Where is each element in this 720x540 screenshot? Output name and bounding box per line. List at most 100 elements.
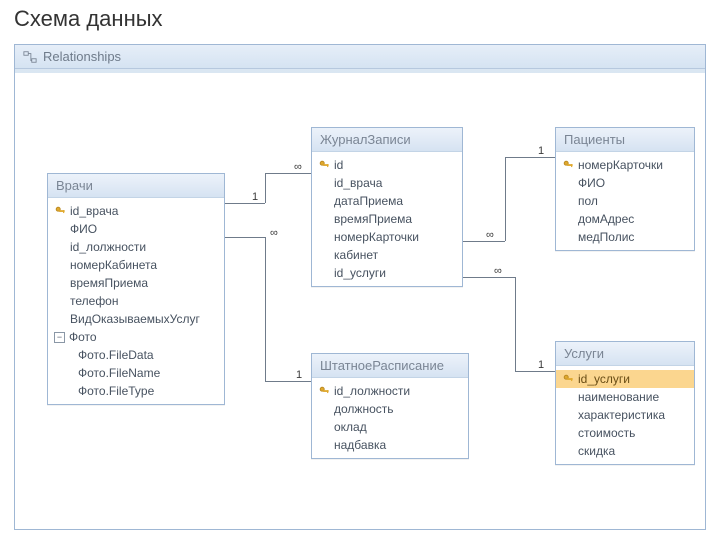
table-patients[interactable]: Пациенты номерКарточки ФИО пол домАдрес … xyxy=(555,127,695,251)
field-row[interactable]: id_врача xyxy=(48,202,224,220)
field-row[interactable]: ФИО xyxy=(48,220,224,238)
field-row[interactable]: времяПриема xyxy=(312,210,462,228)
relationship-line xyxy=(265,381,311,382)
field-name: ФИО xyxy=(578,176,605,190)
field-name: кабинет xyxy=(334,248,378,262)
field-row[interactable]: скидка xyxy=(556,442,694,460)
diagram-canvas-frame: Relationships Врачи id_врача ФИО id_лолж… xyxy=(14,44,706,530)
field-name: id_лолжности xyxy=(70,240,146,254)
table-doctors[interactable]: Врачи id_врача ФИО id_лолжности номерКаб… xyxy=(47,173,225,405)
field-row[interactable]: датаПриема xyxy=(312,192,462,210)
field-row[interactable]: id_врача xyxy=(312,174,462,192)
cardinality-many: ∞ xyxy=(485,229,495,241)
field-name: id_услуги xyxy=(334,266,386,280)
field-row[interactable]: Фото.FileName xyxy=(48,364,224,382)
cardinality-one: 1 xyxy=(537,359,545,371)
field-row[interactable]: id_лолжности xyxy=(312,382,468,400)
relationship-line xyxy=(463,277,515,278)
relationship-line xyxy=(265,173,266,203)
cardinality-many: ∞ xyxy=(269,227,279,239)
primary-key-icon xyxy=(54,205,66,217)
field-row[interactable]: id xyxy=(312,156,462,174)
field-row[interactable]: наименование xyxy=(556,388,694,406)
field-name: домАдрес xyxy=(578,212,634,226)
field-row[interactable]: оклад xyxy=(312,418,468,436)
diagram-canvas[interactable]: Врачи id_врача ФИО id_лолжности номерКаб… xyxy=(15,73,705,529)
field-row[interactable]: номерКарточки xyxy=(556,156,694,174)
field-name: ВидОказываемыхУслуг xyxy=(70,312,200,326)
field-name: id xyxy=(334,158,343,172)
field-row[interactable]: − Фото xyxy=(48,328,224,346)
table-body-doctors: id_врача ФИО id_лолжности номерКабинета … xyxy=(48,198,224,404)
field-row[interactable]: ВидОказываемыхУслуг xyxy=(48,310,224,328)
field-name: номерКарточки xyxy=(334,230,419,244)
field-row[interactable]: номерКабинета xyxy=(48,256,224,274)
field-name: времяПриема xyxy=(334,212,412,226)
field-row[interactable]: должность xyxy=(312,400,468,418)
field-row[interactable]: id_услуги xyxy=(312,264,462,282)
table-title-patients: Пациенты xyxy=(556,128,694,152)
relationship-line xyxy=(515,277,516,371)
relationships-icon xyxy=(23,50,37,64)
table-body-patients: номерКарточки ФИО пол домАдрес медПолис xyxy=(556,152,694,250)
field-name: медПолис xyxy=(578,230,634,244)
field-name: времяПриема xyxy=(70,276,148,290)
cardinality-many: ∞ xyxy=(493,265,503,277)
field-row[interactable]: кабинет xyxy=(312,246,462,264)
field-name: оклад xyxy=(334,420,367,434)
field-name: скидка xyxy=(578,444,615,458)
field-name: id_услуги xyxy=(578,372,630,386)
field-row[interactable]: характеристика xyxy=(556,406,694,424)
field-name: пол xyxy=(578,194,598,208)
field-row[interactable]: стоимость xyxy=(556,424,694,442)
relationship-line xyxy=(265,173,311,174)
table-body-staff: id_лолжности должность оклад надбавка xyxy=(312,378,468,458)
tab-relationships[interactable]: Relationships xyxy=(15,45,705,69)
field-row[interactable]: Фото.FileData xyxy=(48,346,224,364)
field-name: наименование xyxy=(578,390,659,404)
relationship-line xyxy=(505,157,555,158)
field-name: id_врача xyxy=(334,176,382,190)
field-row[interactable]: надбавка xyxy=(312,436,468,454)
field-row[interactable]: пол xyxy=(556,192,694,210)
field-row[interactable]: телефон xyxy=(48,292,224,310)
field-row[interactable]: id_лолжности xyxy=(48,238,224,256)
field-name: Фото.FileName xyxy=(78,366,160,380)
cardinality-one: 1 xyxy=(537,145,545,157)
field-name: ФИО xyxy=(70,222,97,236)
primary-key-icon xyxy=(318,159,330,171)
field-row[interactable]: медПолис xyxy=(556,228,694,246)
table-body-services: id_услуги наименование характеристика ст… xyxy=(556,366,694,464)
table-title-staff: ШтатноеРасписание xyxy=(312,354,468,378)
field-name: датаПриема xyxy=(334,194,403,208)
field-row[interactable]: номерКарточки xyxy=(312,228,462,246)
field-name: номерКабинета xyxy=(70,258,157,272)
cardinality-one: 1 xyxy=(295,369,303,381)
field-name: Фото xyxy=(69,330,97,344)
table-journal[interactable]: ЖурналЗаписи id id_врача датаПриема врем… xyxy=(311,127,463,287)
field-row[interactable]: id_услуги xyxy=(556,370,694,388)
table-staff[interactable]: ШтатноеРасписание id_лолжности должность… xyxy=(311,353,469,459)
relationship-line xyxy=(225,203,265,204)
table-body-journal: id id_врача датаПриема времяПриема номер… xyxy=(312,152,462,286)
tab-label: Relationships xyxy=(43,49,121,64)
relationship-line xyxy=(265,237,266,381)
field-row[interactable]: Фото.FileType xyxy=(48,382,224,400)
relationship-line xyxy=(505,157,506,241)
field-row[interactable]: ФИО xyxy=(556,174,694,192)
field-name: id_лолжности xyxy=(334,384,410,398)
relationship-line xyxy=(515,371,555,372)
primary-key-icon xyxy=(318,385,330,397)
field-row[interactable]: домАдрес xyxy=(556,210,694,228)
field-row[interactable]: времяПриема xyxy=(48,274,224,292)
table-title-journal: ЖурналЗаписи xyxy=(312,128,462,152)
collapse-minus-icon[interactable]: − xyxy=(54,332,65,343)
field-name: Фото.FileData xyxy=(78,348,154,362)
field-name: надбавка xyxy=(334,438,386,452)
table-services[interactable]: Услуги id_услуги наименование характерис… xyxy=(555,341,695,465)
page-title: Схема данных xyxy=(0,0,720,36)
field-name: характеристика xyxy=(578,408,665,422)
table-title-services: Услуги xyxy=(556,342,694,366)
field-name: должность xyxy=(334,402,394,416)
field-name: стоимость xyxy=(578,426,635,440)
